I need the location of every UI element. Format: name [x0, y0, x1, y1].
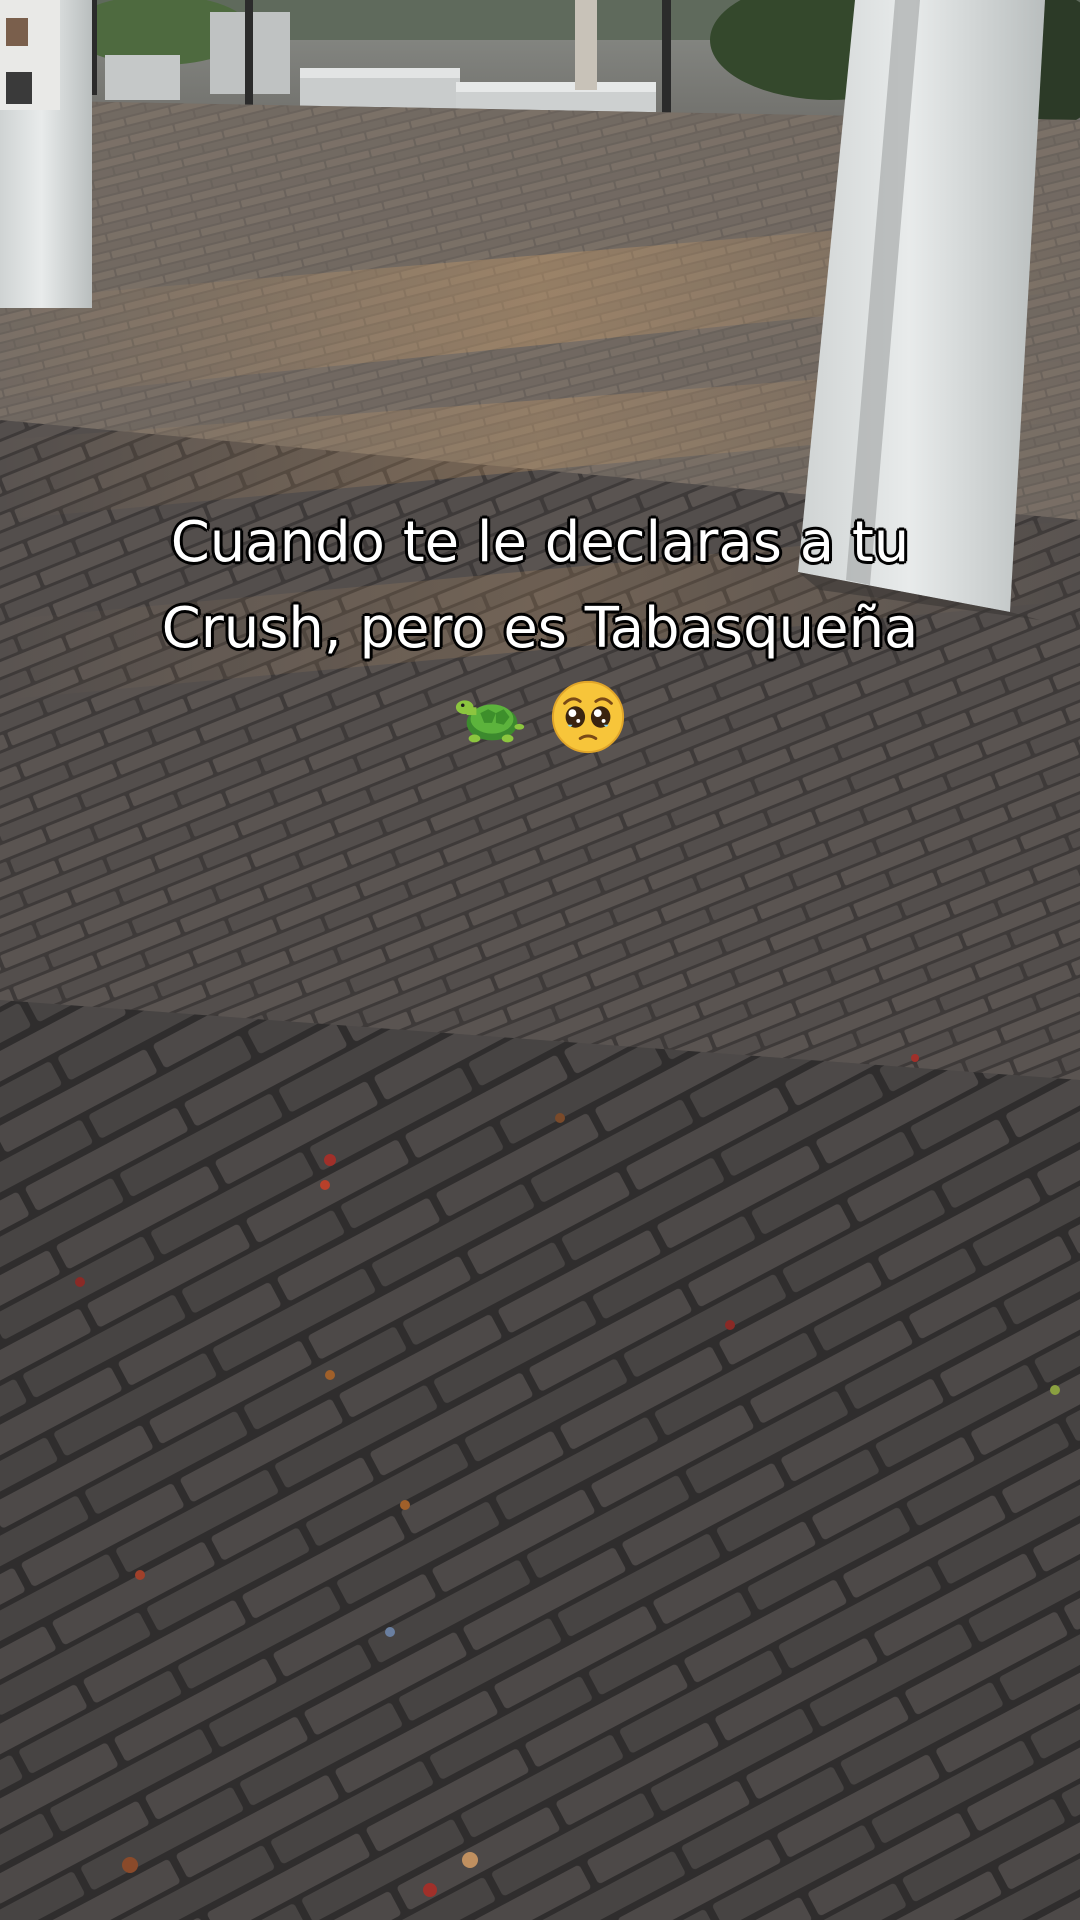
- caption-overlay: Cuando te le declaras a tu Crush, pero e…: [90, 500, 990, 762]
- caption-line-1: Cuando te le declaras a tu: [170, 510, 910, 575]
- caption-emoji-row: [90, 672, 990, 762]
- pleading-face-emoji-icon: [551, 680, 625, 754]
- video-frame: Cuando te le declaras a tu Crush, pero e…: [0, 0, 1080, 1920]
- caption-line-2: Crush, pero es Tabasqueña: [161, 596, 919, 661]
- turtle-emoji-icon: [455, 700, 525, 743]
- background-photo: [0, 0, 1080, 1920]
